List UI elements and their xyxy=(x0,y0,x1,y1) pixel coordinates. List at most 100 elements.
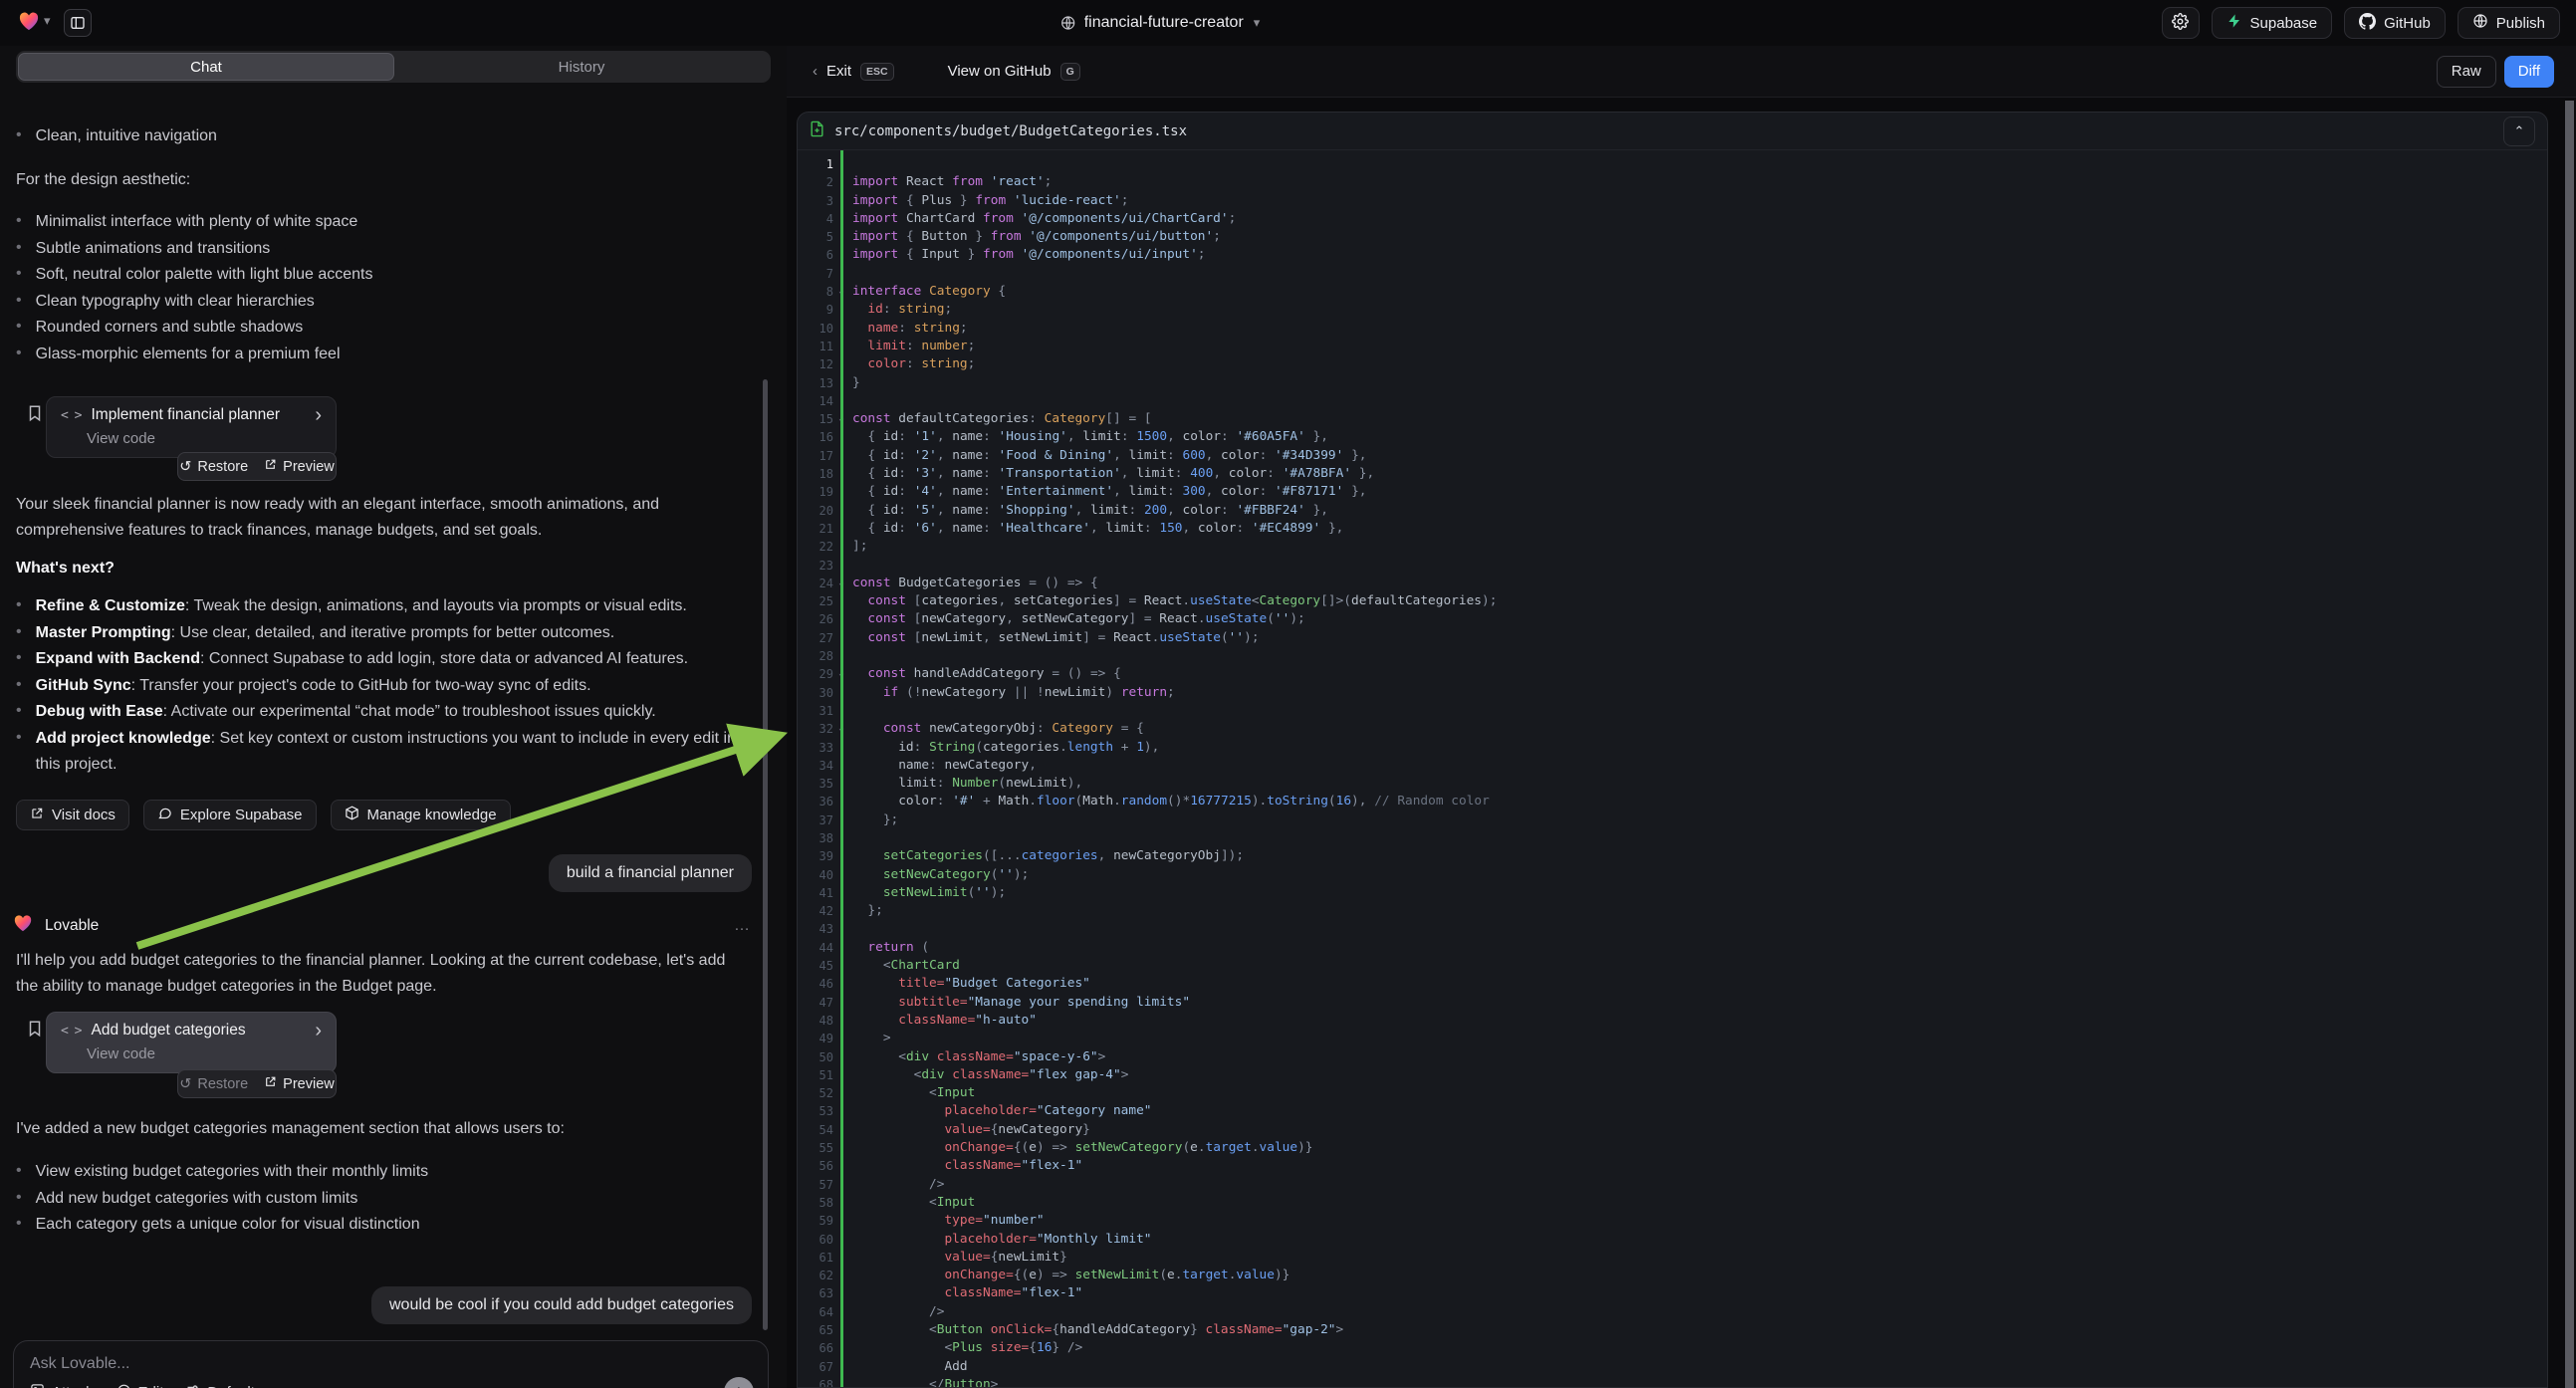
code-line: 58 <Input xyxy=(798,1194,2547,1212)
code-icon: < > xyxy=(61,1024,81,1039)
bullet-dot: • xyxy=(16,208,22,235)
code-text: color: '#' + Math.floor(Math.random()*16… xyxy=(849,793,1490,810)
code-line: 63 className="flex-1" xyxy=(798,1284,2547,1302)
list-item: •Master Prompting: Use clear, detailed, … xyxy=(16,620,752,647)
explore-supabase-button[interactable]: Explore Supabase xyxy=(143,800,317,830)
image-icon xyxy=(30,1383,45,1388)
sidebar-toggle-button[interactable] xyxy=(64,9,92,37)
send-button[interactable]: ↑ xyxy=(724,1377,754,1388)
code-text: limit: number; xyxy=(849,338,975,355)
code-line: 68 </Button> xyxy=(798,1376,2547,1388)
attach-button[interactable]: Attach xyxy=(30,1383,95,1388)
chat-scrollbar[interactable] xyxy=(763,379,768,1330)
version-toolbar: ↺ Restore Preview xyxy=(177,452,337,481)
line-number: 43 xyxy=(798,920,833,938)
restore-button[interactable]: ↺ Restore xyxy=(179,1076,248,1092)
suggestion-buttons: Visit docs Explore Supabase Manage knowl… xyxy=(16,800,752,830)
code-text: limit: Number(newLimit), xyxy=(849,775,1082,793)
restore-button[interactable]: ↺ Restore xyxy=(179,459,248,475)
code-line: 57 /> xyxy=(798,1176,2547,1194)
next-item-text: GitHub Sync: Transfer your project's cod… xyxy=(36,673,591,700)
line-number: 5 xyxy=(798,228,833,246)
line-number: 24 xyxy=(798,575,833,592)
version-card-implement-financial-planner[interactable]: < > Implement financial planner › View c… xyxy=(46,396,337,458)
github-button[interactable]: GitHub xyxy=(2344,7,2446,39)
settings-button[interactable] xyxy=(2162,7,2200,39)
code-text: name: newCategory, xyxy=(849,757,1037,775)
file-path-bar[interactable]: src/components/budget/BudgetCategories.t… xyxy=(798,113,2547,150)
diff-toggle[interactable]: Diff xyxy=(2504,56,2554,88)
line-number: 32 xyxy=(798,720,833,738)
code-text: type="number" xyxy=(849,1212,1045,1230)
code-text: onChange={(e) => setNewCategory(e.target… xyxy=(849,1139,1313,1157)
code-text: /> xyxy=(849,1176,944,1194)
version-card-add-budget-categories[interactable]: < > Add budget categories › View code xyxy=(46,1012,337,1073)
code-text: { id: '1', name: 'Housing', limit: 1500,… xyxy=(849,428,1328,446)
view-code-link[interactable]: View code xyxy=(87,430,322,447)
tab-history[interactable]: History xyxy=(394,53,769,81)
user-message: build a financial planner xyxy=(549,854,752,892)
added-bullet-list: •View existing budget categories with th… xyxy=(16,1159,752,1239)
project-title-menu[interactable]: financial-future-creator ▾ xyxy=(1060,0,1261,46)
code-text: className="flex-1" xyxy=(849,1157,1082,1175)
previous-list-tail: • Clean, intuitive navigation xyxy=(16,123,752,150)
globe-icon xyxy=(1060,15,1076,31)
code-line: 46 title="Budget Categories" xyxy=(798,975,2547,993)
code-text: import React from 'react'; xyxy=(849,173,1052,191)
lovable-logo-menu[interactable]: ▾ xyxy=(18,11,51,31)
external-link-icon xyxy=(264,1075,277,1092)
code-text: value={newCategory} xyxy=(849,1121,1090,1139)
line-number: 47 xyxy=(798,994,833,1012)
message-menu-button[interactable]: … xyxy=(734,917,752,935)
view-code-link[interactable]: View code xyxy=(87,1045,322,1062)
code-text: setNewCategory(''); xyxy=(849,866,1029,884)
line-number: 36 xyxy=(798,793,833,810)
code-text: <div className="space-y-6"> xyxy=(849,1048,1105,1066)
model-selector[interactable]: Default ⌄ xyxy=(185,1383,272,1388)
exit-button[interactable]: ‹ Exit ESC xyxy=(813,63,894,81)
code-text: id: string; xyxy=(849,301,952,319)
bullet-dot: • xyxy=(16,672,22,699)
bookmark-icon[interactable] xyxy=(26,404,46,424)
manage-knowledge-button[interactable]: Manage knowledge xyxy=(331,800,511,830)
code-text: name: string; xyxy=(849,320,968,338)
tab-chat[interactable]: Chat xyxy=(18,53,394,81)
line-number: 50 xyxy=(798,1048,833,1066)
code-line: 42 }; xyxy=(798,902,2547,920)
sliders-icon xyxy=(185,1383,200,1388)
preview-button[interactable]: Preview xyxy=(264,1075,335,1092)
supabase-button[interactable]: Supabase xyxy=(2212,7,2333,39)
visit-docs-button[interactable]: Visit docs xyxy=(16,800,129,830)
publish-button[interactable]: Publish xyxy=(2458,7,2560,39)
list-item-text: Clean typography with clear hierarchies xyxy=(36,289,315,316)
raw-toggle[interactable]: Raw xyxy=(2437,56,2496,88)
list-item-text: Each category gets a unique color for vi… xyxy=(36,1212,420,1239)
arrow-up-icon: ↑ xyxy=(735,1383,743,1388)
list-item: •Add new budget categories with custom l… xyxy=(16,1186,752,1213)
line-number: 11 xyxy=(798,338,833,355)
code-line: 62 onChange={(e) => setNewLimit(e.target… xyxy=(798,1267,2547,1284)
code-text: <Input xyxy=(849,1084,975,1102)
edit-mode-button[interactable]: Edit xyxy=(117,1383,164,1388)
assistant-header: Lovable … xyxy=(13,914,752,937)
line-number: 66 xyxy=(798,1339,833,1357)
code-text: setNewLimit(''); xyxy=(849,884,1006,902)
list-item-text: Glass-morphic elements for a premium fee… xyxy=(36,342,341,368)
code-line: 35 limit: Number(newLimit), xyxy=(798,775,2547,793)
chat-input[interactable] xyxy=(30,1355,627,1373)
code-scrollbar[interactable] xyxy=(2565,101,2574,1388)
code-header: ‹ Exit ESC View on GitHub G Raw Diff xyxy=(787,46,2576,98)
bookmark-icon[interactable] xyxy=(26,1020,46,1040)
preview-button[interactable]: Preview xyxy=(264,458,335,475)
code-line: 27 const [newLimit, setNewLimit] = React… xyxy=(798,629,2547,647)
line-number: 6 xyxy=(798,246,833,264)
next-item-text: Expand with Backend: Connect Supabase to… xyxy=(36,646,688,673)
next-item-text: Refine & Customize: Tweak the design, an… xyxy=(36,593,687,620)
code-editor[interactable]: 12import React from 'react';3import { Pl… xyxy=(798,150,2547,1388)
code-line: 55 onChange={(e) => setNewCategory(e.tar… xyxy=(798,1139,2547,1157)
collapse-file-button[interactable]: ⌃ xyxy=(2503,116,2535,146)
bullet-dot: • xyxy=(16,725,22,778)
line-number: 22 xyxy=(798,538,833,556)
view-on-github-button[interactable]: View on GitHub G xyxy=(948,63,1080,81)
bullet-dot: • xyxy=(16,645,22,672)
